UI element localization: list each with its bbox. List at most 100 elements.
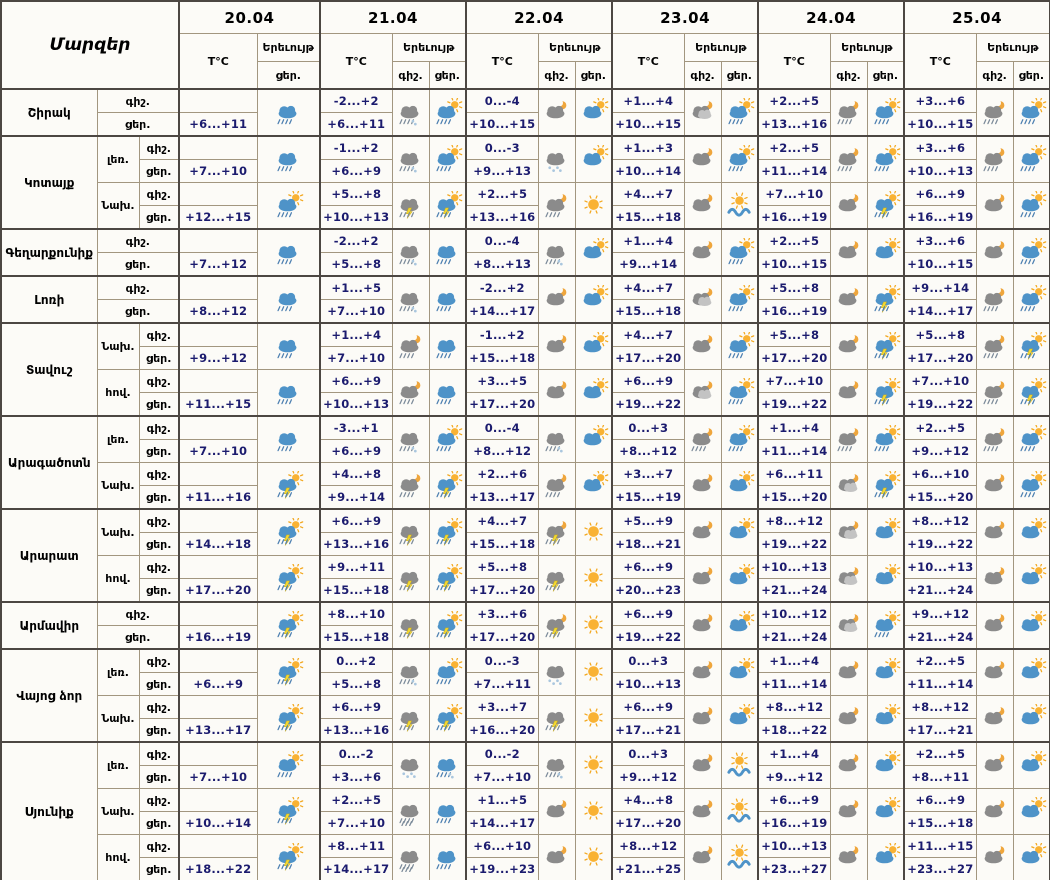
moon-cloud-icon	[976, 556, 1013, 603]
sun-rain-icon	[1013, 89, 1050, 136]
phenomenon-column-header: Երեւույթ	[538, 34, 612, 62]
sun-cloud-icon	[867, 742, 904, 789]
night-temp-cell: +8...+12	[904, 696, 976, 719]
night-temp-cell: +8...+11	[320, 835, 392, 858]
temp-column-header: T°C	[466, 34, 538, 90]
night-temp-cell: +6...+9	[320, 696, 392, 719]
day-temp-cell: +17...+20	[466, 579, 538, 603]
night-temp-cell: +6...+11	[758, 463, 830, 486]
sun-cloud-icon	[575, 463, 612, 510]
day-temp-cell: +8...+12	[612, 440, 684, 463]
day-temp-cell: +18...+21	[612, 533, 684, 556]
moon-cloud-icon	[684, 183, 721, 230]
day-temp-cell: +18...+22	[179, 858, 257, 880]
sun-rain-icon	[429, 649, 466, 696]
day-temp-cell: +19...+23	[466, 858, 538, 880]
night-label: գիշ.	[139, 649, 179, 673]
night-temp-cell: 0...-3	[466, 649, 538, 673]
sun-rain-icon	[721, 370, 758, 417]
sun-thunder-icon	[867, 276, 904, 323]
moon-cloud-icon	[976, 509, 1013, 556]
day-temp-cell: +10...+15	[904, 113, 976, 137]
day-temp-cell: +15...+18	[612, 206, 684, 230]
night-temp-cell: +2...+5	[904, 649, 976, 673]
night-label: գիշ.	[97, 602, 179, 626]
table-row: հով.գիշ.+6...+9+3...+5+6...+9+7...+10+7.…	[1, 370, 1050, 393]
sun-fog-icon	[721, 835, 758, 880]
day-label: ցեր.	[139, 206, 179, 230]
moon-cloud-icon	[830, 696, 867, 743]
night-temp-cell: +9...+14	[904, 276, 976, 300]
night-temp-cell: +5...+8	[758, 323, 830, 347]
day-temp-cell: +21...+24	[758, 579, 830, 603]
night-subheader: գիշ.	[976, 62, 1013, 90]
sun-thunder-icon	[1013, 323, 1050, 370]
night-temp-cell: +8...+12	[904, 509, 976, 533]
phenomenon-column-header: Երեւույթ	[392, 34, 466, 62]
day-temp-cell: +7...+10	[320, 300, 392, 324]
night-temp-cell: +3...+6	[904, 229, 976, 253]
zone-label: հով.	[97, 556, 139, 603]
moon-rain-icon	[392, 323, 429, 370]
night-temp-cell: +10...+12	[758, 602, 830, 626]
day-subheader: ցեր.	[575, 62, 612, 90]
zone-label: հով.	[97, 370, 139, 417]
sun-thunder-icon	[429, 183, 466, 230]
moon-rain-icon	[976, 323, 1013, 370]
moon-cloud-icon	[684, 742, 721, 789]
day-temp-cell: +5...+8	[320, 253, 392, 277]
day-temp-cell: +13...+16	[320, 533, 392, 556]
moon-cloud-icon	[538, 835, 575, 880]
sun-cloud-icon	[867, 509, 904, 556]
night-temp-cell: +5...+8	[466, 556, 538, 579]
day-subheader: ցեր.	[721, 62, 758, 90]
thunder-gray-icon	[392, 556, 429, 603]
sun-rain-icon	[721, 89, 758, 136]
table-row: ԱրարատՆախ.գիշ.+6...+9+4...+7+5...+9+8...…	[1, 509, 1050, 533]
day-temp-cell: +8...+12	[179, 300, 257, 324]
sun-icon	[575, 696, 612, 743]
night-temp-cell: +8...+12	[612, 835, 684, 858]
sun-thunder-icon	[257, 556, 320, 603]
moon-cloud-icon	[684, 602, 721, 649]
sun-rain-icon	[721, 276, 758, 323]
sun-cloud-icon	[1013, 649, 1050, 696]
night-subheader: գիշ.	[392, 62, 429, 90]
moon-clouds-icon	[684, 370, 721, 417]
day-temp-cell: +11...+14	[758, 440, 830, 463]
sun-cloud-icon	[867, 696, 904, 743]
sun-cloud-icon	[1013, 556, 1050, 603]
night-temp-cell: +6...+9	[612, 602, 684, 626]
night-label: գիշ.	[139, 416, 179, 440]
region-name: Արագածոտն	[1, 416, 97, 509]
snow-rain-blue-icon	[429, 742, 466, 789]
region-name: Սյունիք	[1, 742, 97, 880]
sun-cloud-icon	[1013, 602, 1050, 649]
phenomenon-column-header: Երեւույթ	[976, 34, 1050, 62]
day-temp-cell: +15...+18	[320, 579, 392, 603]
date-header: 22.04	[466, 1, 612, 34]
night-temp-cell: +4...+7	[466, 509, 538, 533]
night-temp-cell: +6...+10	[904, 463, 976, 486]
sun-icon	[575, 556, 612, 603]
day-temp-cell: +7...+10	[179, 160, 257, 183]
day-label: ցեր.	[139, 347, 179, 370]
date-header: 20.04	[179, 1, 320, 34]
table-row: Նախ.գիշ.+4...+8+2...+6+3...+7+6...+11+6.…	[1, 463, 1050, 486]
day-label: ցեր.	[97, 253, 179, 277]
day-label: ցեր.	[139, 766, 179, 789]
moon-cloud-icon	[684, 136, 721, 183]
phenomenon-column-header: Երեւույթ	[257, 34, 320, 62]
night-temp-cell: 0...-4	[466, 89, 538, 113]
day-temp-cell: +5...+8	[320, 673, 392, 696]
day-temp-cell: +16...+19	[179, 626, 257, 650]
day-temp-cell: +21...+24	[904, 579, 976, 603]
night-temp-cell: 0...-2	[466, 742, 538, 766]
night-temp-cell	[179, 416, 257, 440]
day-temp-cell: +13...+17	[466, 486, 538, 510]
moon-clouds-icon	[684, 276, 721, 323]
sun-thunder-icon	[867, 183, 904, 230]
zone-label: լեռ.	[97, 742, 139, 789]
night-temp-cell: +6...+9	[612, 696, 684, 719]
moon-rain-icon	[392, 370, 429, 417]
